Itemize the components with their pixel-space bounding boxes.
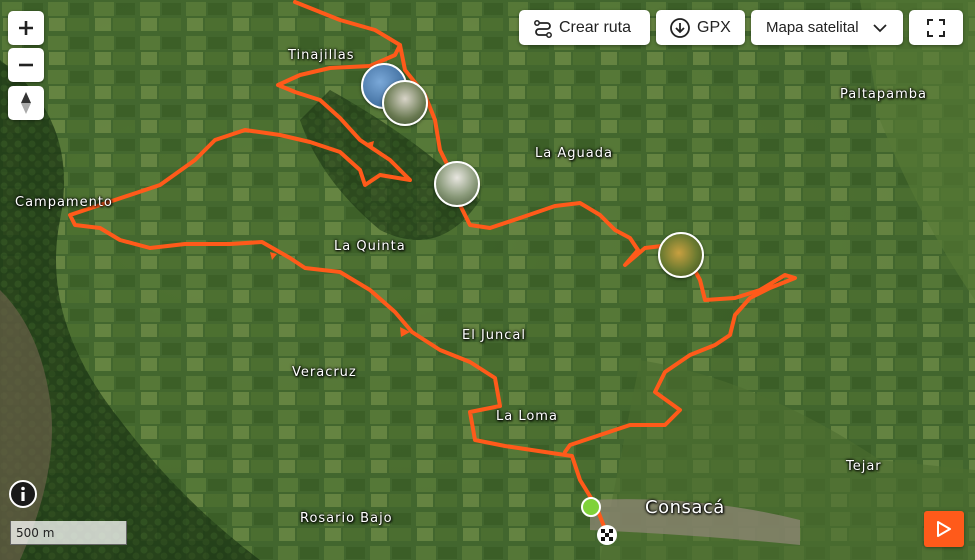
place-campamento: Campamento bbox=[15, 195, 113, 210]
zoom-in-button[interactable] bbox=[8, 11, 44, 45]
place-tejar: Tejar bbox=[846, 459, 882, 474]
route-track[interactable] bbox=[0, 0, 975, 560]
info-icon[interactable] bbox=[9, 480, 37, 508]
play-route-button[interactable] bbox=[924, 511, 964, 547]
photo-marker[interactable] bbox=[382, 80, 428, 126]
map-type-select[interactable]: Mapa satelital bbox=[751, 10, 903, 45]
satellite-map[interactable]: Tinajillas Paltapamba La Aguada Campamen… bbox=[0, 0, 975, 560]
place-paltapamba: Paltapamba bbox=[840, 87, 927, 102]
play-icon bbox=[937, 521, 951, 537]
fullscreen-icon bbox=[927, 18, 945, 37]
gpx-download-button[interactable]: GPX bbox=[656, 10, 745, 45]
minus-icon bbox=[19, 63, 33, 67]
zoom-out-button[interactable] bbox=[8, 48, 44, 82]
plus-icon bbox=[19, 21, 33, 35]
photo-marker[interactable] bbox=[434, 161, 480, 207]
map-type-value: Mapa satelital bbox=[766, 19, 859, 36]
place-el-juncal: El Juncal bbox=[462, 328, 526, 343]
place-tinajillas: Tinajillas bbox=[288, 48, 355, 63]
photo-marker[interactable] bbox=[658, 232, 704, 278]
gpx-label: GPX bbox=[697, 18, 731, 36]
compass-button[interactable] bbox=[8, 86, 44, 120]
place-veracruz: Veracruz bbox=[292, 365, 357, 380]
place-la-loma: La Loma bbox=[496, 409, 558, 424]
scale-label: 500 m bbox=[16, 525, 55, 540]
place-la-aguada: La Aguada bbox=[535, 146, 613, 161]
create-route-label: Crear ruta bbox=[559, 18, 632, 36]
create-route-button[interactable]: Crear ruta bbox=[519, 10, 650, 45]
start-marker[interactable] bbox=[580, 496, 602, 518]
download-icon bbox=[670, 17, 690, 38]
scale-bar: 500 m bbox=[10, 521, 127, 545]
chevron-down-icon bbox=[872, 23, 887, 32]
place-rosario-bajo: Rosario Bajo bbox=[300, 511, 393, 526]
place-consaca: Consacá bbox=[645, 497, 725, 518]
finish-flag-marker[interactable] bbox=[596, 524, 618, 546]
fullscreen-button[interactable] bbox=[909, 10, 963, 45]
route-icon bbox=[534, 19, 552, 38]
place-la-quinta: La Quinta bbox=[334, 239, 406, 254]
compass-icon bbox=[21, 92, 31, 114]
